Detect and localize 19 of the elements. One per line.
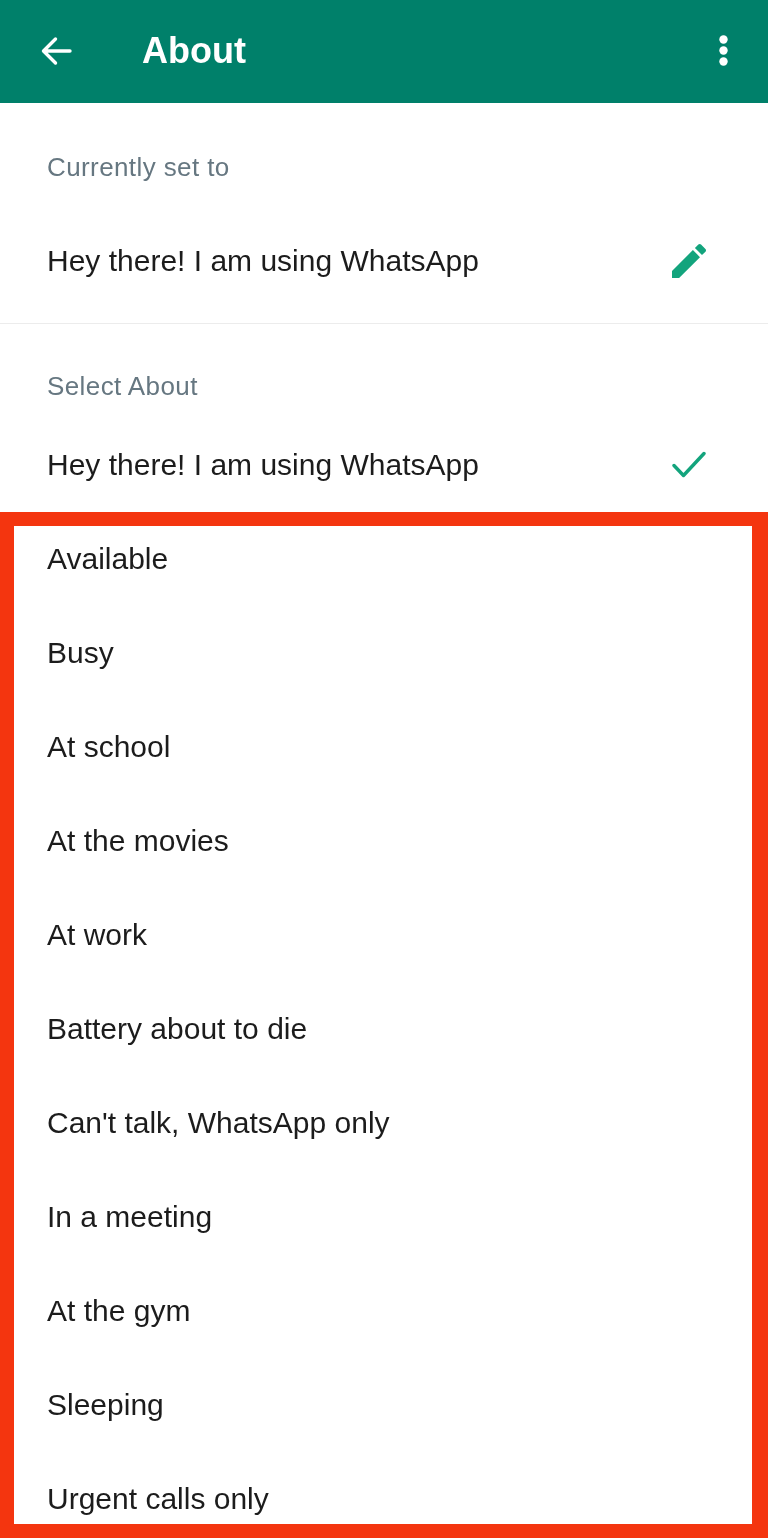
status-option[interactable]: Urgent calls only	[47, 1481, 269, 1517]
status-option[interactable]: Can't talk, WhatsApp only	[47, 1105, 390, 1141]
section-label: Select About	[46, 370, 199, 403]
status-option[interactable]: At school	[47, 729, 171, 765]
pencil-icon[interactable]	[672, 243, 706, 279]
status-option[interactable]: Available	[47, 541, 169, 577]
status-option[interactable]: At the gym	[47, 1293, 191, 1329]
status-option[interactable]: Hey there! I am using WhatsApp	[47, 447, 479, 483]
status-option[interactable]: Sleeping	[47, 1387, 164, 1423]
more-menu-icon[interactable]	[719, 35, 728, 66]
status-option[interactable]: At work	[47, 917, 148, 953]
section-label: Currently set to	[46, 151, 231, 184]
status-option[interactable]: Busy	[47, 635, 114, 671]
back-arrow-icon[interactable]	[40, 35, 72, 66]
current-about-text: Hey there! I am using WhatsApp	[47, 243, 479, 279]
status-option[interactable]: Battery about to die	[47, 1011, 308, 1047]
status-option[interactable]: At the movies	[47, 823, 229, 859]
status-option[interactable]: In a meeting	[47, 1199, 213, 1235]
screen-title: About	[142, 29, 247, 72]
